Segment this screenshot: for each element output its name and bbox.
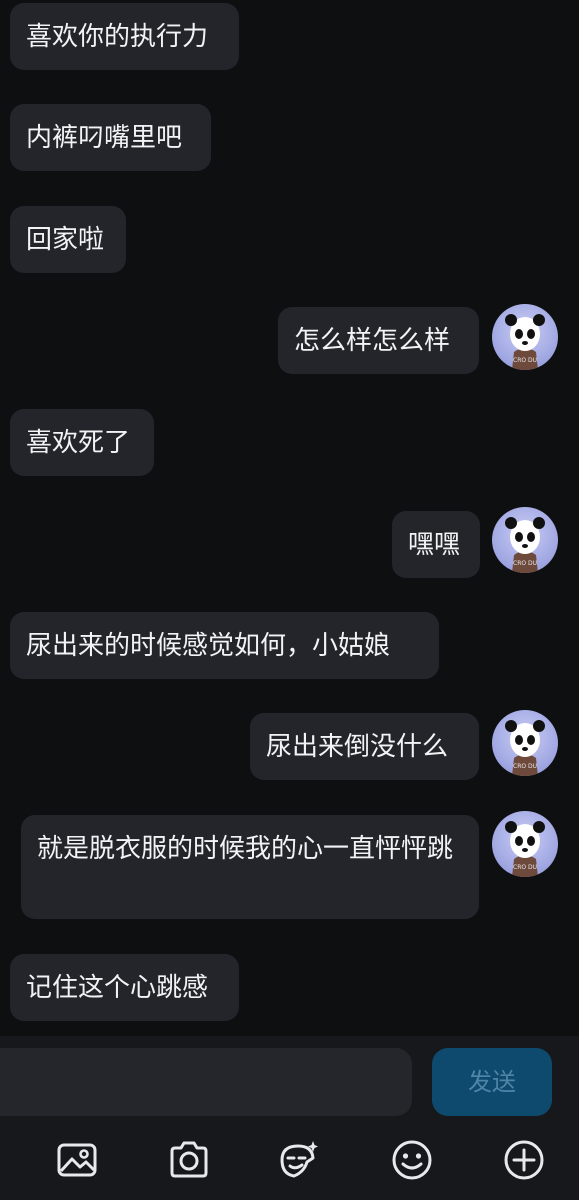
add-icon[interactable]	[502, 1138, 546, 1182]
message-bubble-incoming[interactable]: 喜欢死了	[10, 409, 154, 476]
panda-mask-icon: CRO DU	[505, 314, 545, 370]
message-bubble-outgoing[interactable]: 嘿嘿	[392, 511, 480, 578]
message-bubble-incoming[interactable]: 回家啦	[10, 206, 126, 273]
panda-mask-icon: CRO DU	[505, 821, 545, 877]
user-avatar[interactable]: CRO DU	[492, 811, 558, 877]
message-bubble-incoming[interactable]: 喜欢你的执行力	[10, 3, 239, 70]
message-bubble-incoming[interactable]: 尿出来的时候感觉如何，小姑娘	[10, 612, 439, 679]
chat-messages: 喜欢你的执行力 内裤叼嘴里吧 回家啦 怎么样怎么样 CRO DU 喜欢死了 嘿嘿…	[0, 0, 579, 1036]
message-bubble-outgoing[interactable]: 尿出来倒没什么	[250, 713, 479, 780]
avatar-caption: CRO DU	[513, 763, 537, 770]
message-composer: 发送	[0, 1036, 579, 1200]
composer-toolbar	[0, 1120, 579, 1200]
message-bubble-outgoing[interactable]: 怎么样怎么样	[278, 307, 479, 374]
image-icon[interactable]	[55, 1138, 99, 1182]
panda-mask-icon: CRO DU	[505, 517, 545, 573]
avatar-caption: CRO DU	[513, 357, 537, 364]
avatar-caption: CRO DU	[513, 864, 537, 871]
send-button[interactable]: 发送	[432, 1048, 552, 1116]
camera-icon[interactable]	[167, 1138, 211, 1182]
message-bubble-incoming[interactable]: 记住这个心跳感	[10, 954, 239, 1021]
user-avatar[interactable]: CRO DU	[492, 507, 558, 573]
user-avatar[interactable]: CRO DU	[492, 710, 558, 776]
message-input[interactable]	[0, 1048, 412, 1116]
avatar-caption: CRO DU	[513, 560, 537, 567]
emoji-icon[interactable]	[390, 1138, 434, 1182]
user-avatar[interactable]: CRO DU	[492, 304, 558, 370]
message-bubble-incoming[interactable]: 内裤叼嘴里吧	[10, 104, 211, 171]
sticker-icon[interactable]	[276, 1138, 320, 1182]
message-bubble-outgoing[interactable]: 就是脱衣服的时候我的心一直怦怦跳	[21, 815, 479, 919]
panda-mask-icon: CRO DU	[505, 720, 545, 776]
